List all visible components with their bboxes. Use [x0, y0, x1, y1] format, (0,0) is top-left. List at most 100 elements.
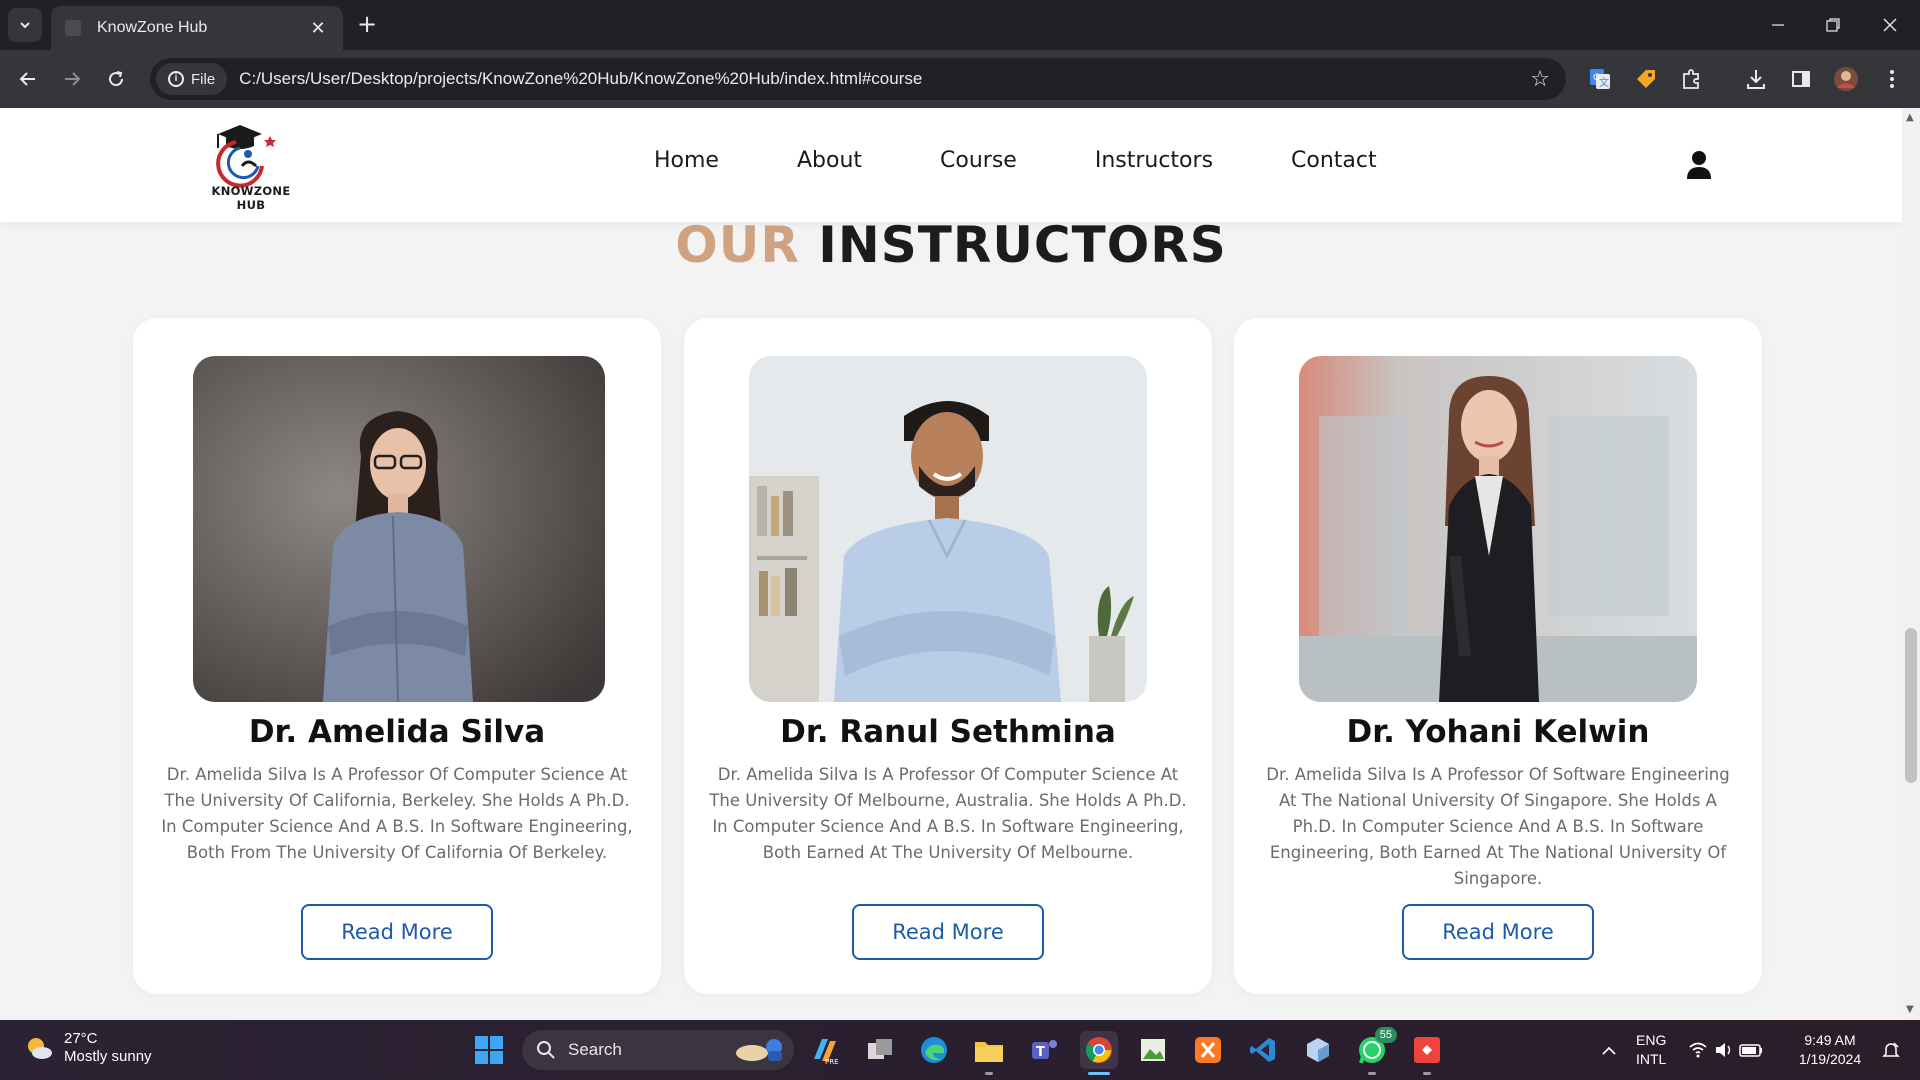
instructor-bio: Dr. Amelida Silva Is A Professor Of Soft…: [1266, 765, 1730, 888]
site-chip-label: File: [191, 70, 216, 88]
puzzle-icon: [1683, 69, 1699, 89]
weather-temp: 27°C: [64, 1030, 98, 1047]
back-button[interactable]: [12, 63, 44, 95]
browser-tab[interactable]: KnowZone Hub ✕: [51, 6, 343, 50]
nav-home[interactable]: Home: [654, 148, 719, 173]
site-info-chip[interactable]: i File: [156, 63, 228, 95]
instructor-photo-image: [749, 356, 1147, 702]
instructor-photo: [1299, 356, 1697, 702]
tab-list-button[interactable]: [8, 8, 42, 42]
keyboard-layout: INTL: [1636, 1051, 1667, 1067]
google-translate-extension[interactable]: 文G: [1584, 63, 1616, 95]
avatar: [1834, 67, 1858, 91]
start-button[interactable]: [470, 1031, 508, 1069]
clock-time: 9:49 AM: [1804, 1032, 1856, 1048]
reload-button[interactable]: [100, 63, 132, 95]
section-title-accent: OUR: [675, 216, 800, 274]
url-text: C:/Users/User/Desktop/projects/KnowZone%…: [239, 69, 923, 88]
xampp-icon[interactable]: [1189, 1031, 1227, 1069]
copilot-icon[interactable]: PRE: [806, 1031, 844, 1069]
instructor-card: Dr. Ranul Sethmina Dr. Amelida Silva Is …: [684, 318, 1212, 994]
language-indicator[interactable]: ENG INTL: [1636, 1031, 1666, 1069]
chrome-icon[interactable]: [1080, 1031, 1118, 1075]
svg-text:PRE: PRE: [825, 1058, 839, 1065]
side-panel-button[interactable]: [1785, 63, 1817, 95]
whatsapp-badge: 55: [1374, 1027, 1397, 1043]
site-header: KNOWZONE HUB Home About Course Instructo…: [0, 108, 1902, 222]
address-bar[interactable]: i File C:/Users/User/Desktop/projects/Kn…: [150, 58, 1566, 100]
clock-date: 1/19/2024: [1798, 1051, 1862, 1067]
coupon-extension[interactable]: [1630, 63, 1662, 95]
instructor-bio: Dr. Amelida Silva Is A Professor Of Comp…: [709, 765, 1187, 862]
image-viewer-icon[interactable]: [1134, 1031, 1172, 1069]
task-view-icon[interactable]: [861, 1031, 899, 1069]
browser-tab-bar: KnowZone Hub ✕ +: [0, 0, 1920, 50]
language-code: ENG: [1636, 1032, 1667, 1048]
nav-about[interactable]: About: [797, 148, 862, 173]
scroll-down-icon[interactable]: ▼: [1906, 1004, 1914, 1015]
new-tab-button[interactable]: +: [354, 12, 380, 38]
close-window-button[interactable]: [1870, 10, 1910, 40]
windows-logo-icon: [475, 1036, 503, 1064]
nav-instructors[interactable]: Instructors: [1095, 148, 1213, 173]
search-highlight-icon: [736, 1039, 782, 1061]
favicon-icon: [65, 20, 81, 36]
weather-widget[interactable]: 27°C Mostly sunny: [24, 1030, 152, 1066]
info-icon: i: [168, 71, 184, 87]
nav-course[interactable]: Course: [940, 148, 1017, 173]
logo-text: KNOWZONE HUB: [211, 184, 291, 212]
read-more-button[interactable]: Read More: [852, 904, 1044, 960]
browser-menu-button[interactable]: [1876, 63, 1908, 95]
user-silhouette-icon: [1687, 151, 1711, 179]
file-explorer-icon[interactable]: [970, 1031, 1008, 1075]
weather-desc: Mostly sunny: [64, 1048, 152, 1065]
instructor-name: Dr. Amelida Silva: [248, 714, 546, 750]
extensions-button[interactable]: [1675, 63, 1707, 95]
arrow-left-icon: [19, 72, 35, 86]
whatsapp-icon[interactable]: 55: [1353, 1027, 1397, 1075]
scroll-up-icon[interactable]: ▲: [1906, 112, 1914, 123]
edge-icon[interactable]: [915, 1031, 953, 1069]
profile-avatar[interactable]: [1830, 63, 1862, 95]
teams-icon[interactable]: T: [1025, 1031, 1063, 1069]
wifi-volume-battery-icons: [1689, 1042, 1762, 1058]
search-icon: [537, 1041, 555, 1059]
site-logo[interactable]: KNOWZONE HUB: [196, 122, 306, 212]
anydesk-icon[interactable]: [1408, 1031, 1446, 1075]
read-more-button[interactable]: Read More: [1402, 904, 1594, 960]
main-nav: Home About Course Instructors Contact: [654, 148, 1455, 173]
section-title-main: INSTRUCTORS: [818, 216, 1227, 274]
instructor-photo: [193, 356, 605, 702]
bookmark-star-icon[interactable]: ☆: [1530, 67, 1550, 92]
page-scrollbar[interactable]: ▲ ▼: [1902, 108, 1920, 1020]
restore-icon: [1826, 18, 1840, 32]
virtualbox-icon[interactable]: [1299, 1031, 1337, 1069]
logo-graduation-cap-icon: [216, 125, 276, 188]
taskbar-search[interactable]: Search: [522, 1030, 794, 1070]
taskbar-clock[interactable]: 9:49 AM 1/19/2024: [1790, 1031, 1870, 1069]
instructor-bio: Dr. Amelida Silva Is A Professor Of Comp…: [161, 765, 633, 862]
instructor-name: Dr. Ranul Sethmina: [780, 714, 1116, 750]
system-tray-status[interactable]: [1686, 1031, 1766, 1069]
browser-toolbar: i File C:/Users/User/Desktop/projects/Kn…: [0, 50, 1920, 108]
nav-contact[interactable]: Contact: [1291, 148, 1377, 173]
svg-text:G: G: [1593, 73, 1600, 83]
downloads-button[interactable]: [1740, 63, 1772, 95]
user-icon[interactable]: [1686, 150, 1712, 180]
chevron-up-icon: [1602, 1046, 1616, 1055]
instructor-card: Dr. Yohani Kelwin Dr. Amelida Silva Is A…: [1234, 318, 1762, 994]
instructor-photo-image: [193, 356, 605, 702]
vscode-icon[interactable]: [1244, 1031, 1282, 1069]
tab-close-icon[interactable]: ✕: [307, 18, 329, 39]
instructor-card: Dr. Amelida Silva Dr. Amelida Silva Is A…: [133, 318, 661, 994]
scroll-thumb[interactable]: [1905, 628, 1917, 783]
show-hidden-icons[interactable]: [1590, 1031, 1628, 1069]
restore-button[interactable]: [1813, 10, 1853, 40]
read-more-button[interactable]: Read More: [301, 904, 493, 960]
svg-text:T: T: [1036, 1045, 1045, 1060]
forward-button[interactable]: [56, 63, 88, 95]
reload-icon: [109, 71, 124, 87]
svg-text:文: 文: [1599, 76, 1609, 89]
notification-bell-icon[interactable]: [1872, 1031, 1910, 1069]
minimize-button[interactable]: [1758, 10, 1798, 40]
